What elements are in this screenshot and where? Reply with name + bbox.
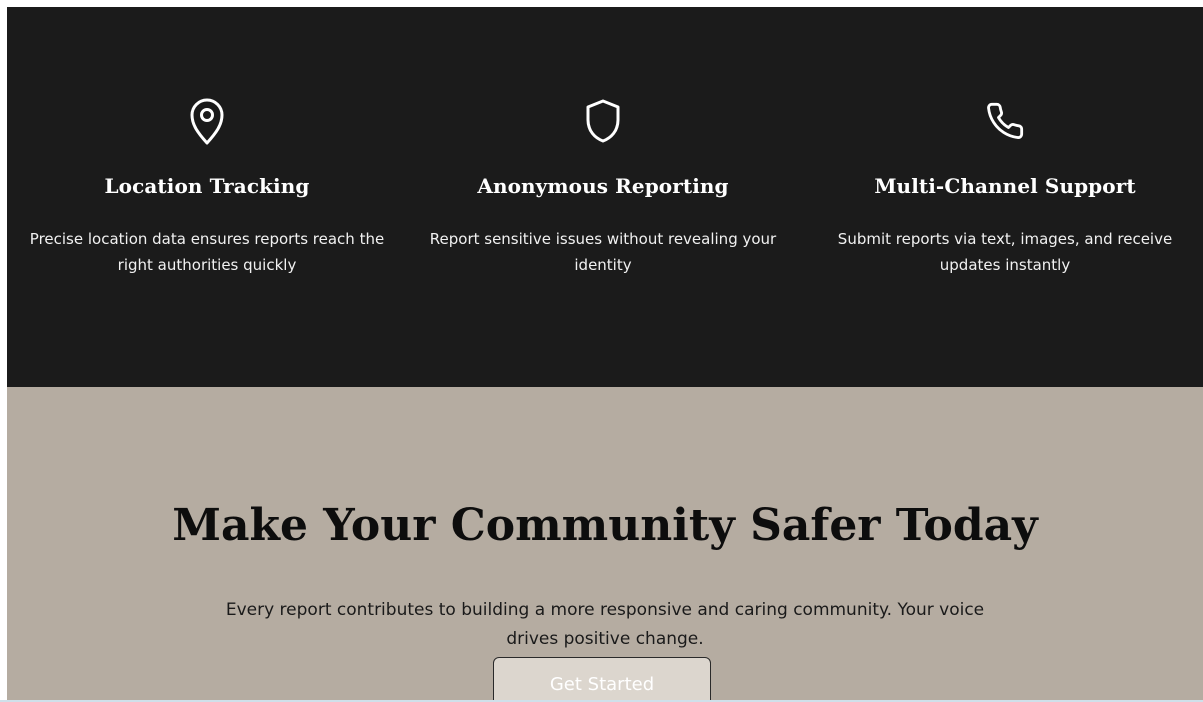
feature-title: Anonymous Reporting	[477, 174, 729, 198]
feature-description: Report sensitive issues without revealin…	[429, 230, 777, 274]
feature-description: Precise location data ensures reports re…	[29, 230, 385, 274]
call-to-action-section: Make Your Community Safer Today Every re…	[7, 387, 1203, 702]
feature-title: Location Tracking	[104, 174, 310, 198]
shield-icon	[583, 93, 623, 149]
cta-subtext: Every report contributes to building a m…	[225, 600, 985, 649]
page: Location Tracking Precise location data …	[0, 0, 1203, 702]
get-started-button[interactable]: Get Started	[493, 657, 711, 702]
features-section: Location Tracking Precise location data …	[7, 7, 1203, 387]
feature-description: Submit reports via text, images, and rec…	[837, 230, 1173, 274]
cta-heading: Make Your Community Safer Today	[172, 500, 1038, 551]
location-pin-icon	[187, 93, 227, 149]
feature-title: Multi-Channel Support	[874, 174, 1136, 198]
phone-icon	[985, 93, 1025, 149]
